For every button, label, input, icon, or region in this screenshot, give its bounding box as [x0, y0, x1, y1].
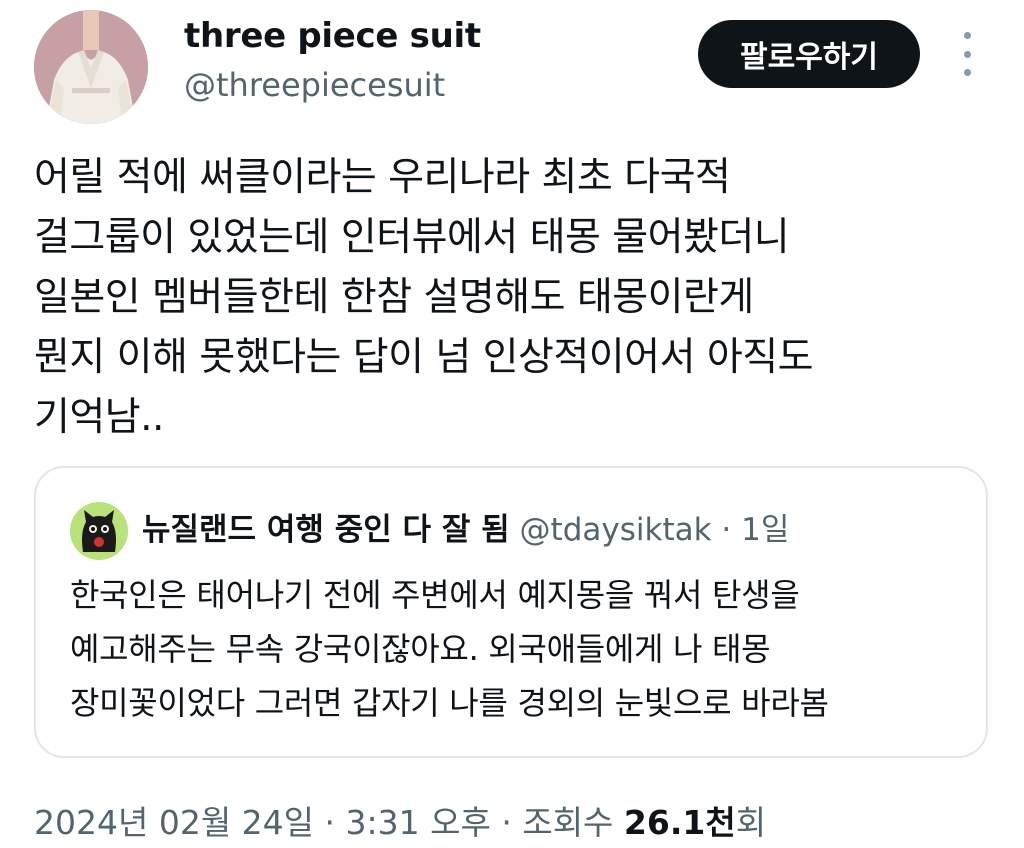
- meta-separator: ·: [324, 803, 346, 842]
- follow-button[interactable]: 팔로우하기: [698, 20, 920, 88]
- views-label: 조회수: [522, 803, 614, 842]
- quote-handle: @tdaysiktak: [519, 512, 712, 548]
- quoted-tweet[interactable]: 뉴질랜드 여행 중인 다 잘 됨 @tdaysiktak · 1일 한국인은 태…: [34, 466, 988, 758]
- quote-time: · 1일: [721, 512, 790, 548]
- more-dot: [963, 50, 971, 58]
- quote-header: 뉴질랜드 여행 중인 다 잘 됨 @tdaysiktak · 1일: [142, 504, 789, 549]
- meta-separator: ·: [501, 803, 523, 842]
- more-vertical-icon[interactable]: [952, 32, 982, 76]
- more-dot: [963, 32, 971, 39]
- cat-avatar-icon: [70, 502, 128, 560]
- author-display-name[interactable]: three piece suit: [184, 16, 481, 56]
- tweet-meta: 2024년 02월 24일 · 3:31 오후 · 조회수 26.1천회: [34, 796, 766, 844]
- quote-display-name: 뉴질랜드 여행 중인 다 잘 됨: [142, 512, 510, 548]
- author-avatar[interactable]: [34, 10, 148, 124]
- views-count: 26.1천: [623, 803, 736, 842]
- more-dot: [963, 69, 971, 76]
- views-unit: 회: [735, 803, 767, 842]
- author-handle[interactable]: @threepiecesuit: [184, 66, 445, 104]
- quote-avatar[interactable]: [70, 502, 128, 560]
- author-avatar-image: [34, 10, 148, 124]
- tweet-date[interactable]: 2024년 02월 24일: [34, 803, 314, 842]
- quote-text: 한국인은 태어나기 전에 주변에서 예지몽을 꿔서 탄생을 예고해주는 무속 강…: [70, 576, 829, 722]
- tweet-time[interactable]: 3:31 오후: [346, 803, 491, 842]
- tweet-text: 어릴 적에 써클이라는 우리나라 최초 다국적 걸그룹이 있었는데 인터뷰에서 …: [34, 155, 813, 440]
